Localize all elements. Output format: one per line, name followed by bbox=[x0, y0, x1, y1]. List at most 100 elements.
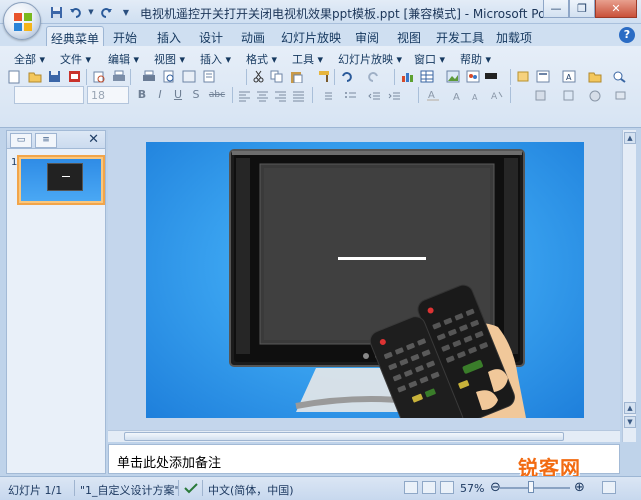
menu-help[interactable]: 帮助 ▾ bbox=[460, 51, 491, 67]
menu-edit[interactable]: 编辑 ▾ bbox=[108, 51, 139, 67]
shadow-button[interactable]: S bbox=[188, 86, 204, 104]
outline-tab[interactable]: ≡ bbox=[35, 133, 57, 148]
scroll-up-icon[interactable]: ▲ bbox=[624, 132, 636, 144]
insert-chart-icon[interactable] bbox=[398, 68, 415, 85]
menu-insert[interactable]: 插入 ▾ bbox=[200, 51, 231, 67]
slide-sorter-view-icon[interactable] bbox=[422, 481, 436, 494]
numbering-icon[interactable] bbox=[318, 87, 335, 104]
save-icon[interactable] bbox=[48, 4, 64, 20]
zoom-level[interactable]: 57% bbox=[460, 482, 484, 495]
insert-picture-icon[interactable] bbox=[444, 68, 461, 85]
zoom-slider-knob[interactable] bbox=[528, 481, 534, 493]
bullets-icon[interactable] bbox=[342, 87, 359, 104]
redo-icon[interactable] bbox=[364, 68, 381, 85]
tab-review[interactable]: 审阅 bbox=[348, 26, 386, 46]
spellcheck-icon[interactable] bbox=[184, 482, 198, 497]
menu-view[interactable]: 视图 ▾ bbox=[154, 51, 185, 67]
close-button[interactable]: ✕ bbox=[595, 0, 637, 18]
menu-window[interactable]: 窗口 ▾ bbox=[414, 51, 445, 67]
format-painter-icon[interactable] bbox=[316, 68, 333, 85]
close-panel-icon[interactable]: ✕ bbox=[88, 132, 99, 147]
theme-name[interactable]: "1_自定义设计方案" bbox=[80, 482, 180, 498]
menu-all[interactable]: 全部 ▾ bbox=[14, 51, 45, 67]
tab-home[interactable]: 开始 bbox=[106, 26, 144, 46]
menu-slideshow[interactable]: 幻灯片放映 ▾ bbox=[338, 51, 402, 67]
help-icon[interactable]: ? bbox=[619, 27, 635, 43]
justify-icon[interactable] bbox=[290, 87, 307, 104]
zoom-in-icon[interactable]: ⊕ bbox=[574, 480, 585, 495]
underline-button[interactable]: U bbox=[170, 86, 186, 104]
align-center-icon[interactable] bbox=[254, 87, 271, 104]
preview-icon[interactable] bbox=[160, 68, 177, 85]
new-slide-icon[interactable] bbox=[514, 68, 531, 85]
insert-diagram-icon[interactable] bbox=[464, 68, 481, 85]
save-icon[interactable] bbox=[46, 68, 63, 85]
text-box-icon[interactable]: A bbox=[560, 68, 577, 85]
minimize-button[interactable]: — bbox=[543, 0, 569, 18]
shrink-font-icon[interactable]: A bbox=[468, 87, 485, 104]
tab-developer[interactable]: 开发工具 bbox=[434, 26, 486, 46]
office-button[interactable] bbox=[3, 2, 41, 40]
zoom-slider-track[interactable] bbox=[500, 487, 570, 489]
cut-icon[interactable] bbox=[250, 68, 267, 85]
vertical-scrollbar[interactable]: ▲ ▲ ▼ bbox=[622, 130, 636, 442]
slide-canvas[interactable] bbox=[146, 142, 584, 418]
customize-qat-icon[interactable]: ▼ bbox=[118, 4, 134, 20]
slideshow-view-icon[interactable] bbox=[440, 481, 454, 494]
menu-format[interactable]: 格式 ▾ bbox=[246, 51, 277, 67]
color-icon[interactable] bbox=[482, 68, 499, 85]
italic-button[interactable]: I bbox=[152, 86, 168, 104]
prev-slide-icon[interactable]: ▲ bbox=[624, 402, 636, 414]
more-icon[interactable] bbox=[612, 87, 629, 104]
tab-slideshow[interactable]: 幻灯片放映 bbox=[280, 26, 342, 46]
slides-tab[interactable]: ▭ bbox=[10, 133, 32, 148]
align-left-icon[interactable] bbox=[236, 87, 253, 104]
undo-icon[interactable] bbox=[338, 68, 355, 85]
zoom-icon[interactable] bbox=[610, 68, 627, 85]
tab-classic-menu[interactable]: 经典菜单 bbox=[46, 26, 104, 46]
font-size-combo[interactable]: 18 bbox=[87, 86, 129, 104]
research-icon[interactable] bbox=[200, 68, 217, 85]
menu-file[interactable]: 文件 ▾ bbox=[60, 51, 91, 67]
horizontal-scroll-thumb[interactable] bbox=[124, 432, 564, 441]
slide-layout-icon[interactable] bbox=[534, 68, 551, 85]
menu-tools[interactable]: 工具 ▾ bbox=[292, 51, 323, 67]
tab-design[interactable]: 设计 bbox=[192, 26, 230, 46]
tab-animations[interactable]: 动画 bbox=[234, 26, 272, 46]
fit-to-window-icon[interactable] bbox=[602, 481, 616, 494]
decrease-indent-icon[interactable] bbox=[366, 87, 383, 104]
undo-icon[interactable] bbox=[68, 4, 84, 20]
shape-outline-icon[interactable] bbox=[560, 87, 577, 104]
normal-view-icon[interactable] bbox=[404, 481, 418, 494]
increase-indent-icon[interactable] bbox=[386, 87, 403, 104]
print-preview-icon[interactable] bbox=[90, 68, 107, 85]
new-icon[interactable] bbox=[6, 68, 23, 85]
text-effects-icon[interactable]: A bbox=[488, 87, 505, 104]
language-indicator[interactable]: 中文(简体，中国) bbox=[208, 482, 294, 498]
spelling-icon[interactable] bbox=[180, 68, 197, 85]
grow-font-icon[interactable]: A bbox=[450, 87, 467, 104]
paste-icon[interactable] bbox=[288, 68, 305, 85]
strikethrough-button[interactable]: abc bbox=[206, 86, 228, 104]
tab-insert[interactable]: 插入 bbox=[150, 26, 188, 46]
shape-effects-icon[interactable] bbox=[586, 87, 603, 104]
tab-addins[interactable]: 加载项 bbox=[492, 26, 536, 46]
next-slide-icon[interactable]: ▼ bbox=[624, 416, 636, 428]
font-name-combo[interactable] bbox=[14, 86, 84, 104]
copy-icon[interactable] bbox=[268, 68, 285, 85]
shape-fill-icon[interactable] bbox=[532, 87, 549, 104]
horizontal-scrollbar[interactable] bbox=[108, 430, 620, 442]
redo-icon[interactable] bbox=[98, 4, 114, 20]
open-icon[interactable] bbox=[26, 68, 43, 85]
print-icon[interactable] bbox=[110, 68, 127, 85]
align-right-icon[interactable] bbox=[272, 87, 289, 104]
print-icon-2[interactable] bbox=[140, 68, 157, 85]
tab-view[interactable]: 视图 bbox=[390, 26, 428, 46]
bold-button[interactable]: B bbox=[134, 86, 150, 104]
permission-icon[interactable] bbox=[66, 68, 83, 85]
folder-icon[interactable] bbox=[586, 68, 603, 85]
restore-button[interactable]: ❐ bbox=[569, 0, 595, 18]
insert-table-icon[interactable] bbox=[418, 68, 435, 85]
slide-thumbnail[interactable] bbox=[17, 155, 105, 205]
font-color-icon[interactable]: A bbox=[424, 87, 441, 104]
